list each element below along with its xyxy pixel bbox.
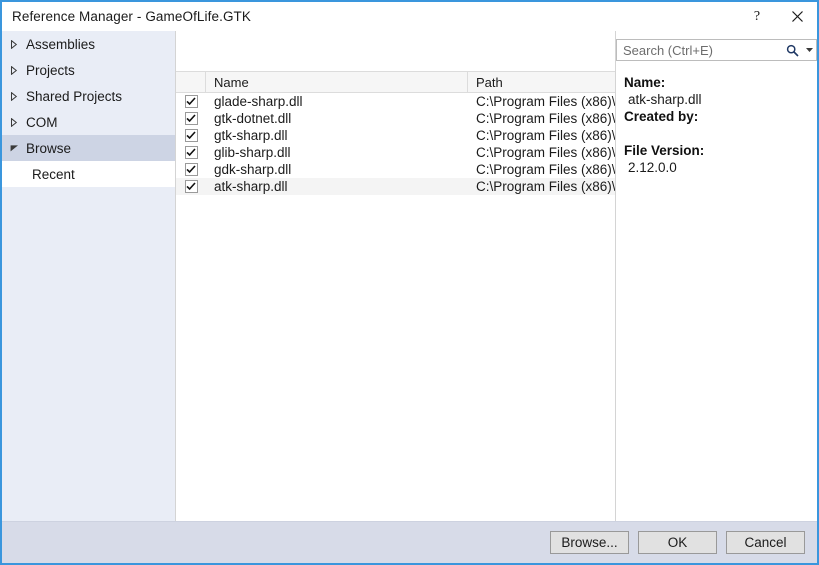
row-checkbox-cell[interactable] bbox=[176, 112, 206, 125]
checkbox-checked-icon[interactable] bbox=[184, 95, 198, 108]
column-header-check[interactable] bbox=[176, 71, 206, 93]
row-checkbox-cell[interactable] bbox=[176, 129, 206, 142]
row-path: C:\Program Files (x86)\... bbox=[476, 145, 615, 160]
dialog-content: Assemblies Projects Shared Projects COM bbox=[2, 31, 817, 522]
sidebar: Assemblies Projects Shared Projects COM bbox=[2, 31, 175, 522]
reference-manager-dialog: Reference Manager - GameOfLife.GTK ? Ass… bbox=[0, 0, 819, 565]
table-row[interactable]: gdk-sharp.dll C:\Program Files (x86)\... bbox=[176, 161, 615, 178]
row-path: C:\Program Files (x86)\... bbox=[476, 162, 615, 177]
table-row[interactable]: atk-sharp.dll C:\Program Files (x86)\... bbox=[176, 178, 615, 195]
row-checkbox-cell[interactable] bbox=[176, 180, 206, 193]
row-name: glib-sharp.dll bbox=[214, 145, 291, 160]
detail-name-value: atk-sharp.dll bbox=[628, 92, 702, 107]
sidebar-item-label: COM bbox=[26, 114, 58, 130]
question-mark-icon: ? bbox=[753, 8, 761, 24]
sidebar-item-assemblies[interactable]: Assemblies bbox=[2, 31, 175, 57]
title-bar: Reference Manager - GameOfLife.GTK ? bbox=[2, 2, 817, 31]
row-checkbox-cell[interactable] bbox=[176, 163, 206, 176]
detail-file-version-value: 2.12.0.0 bbox=[628, 160, 677, 175]
browse-button[interactable]: Browse... bbox=[550, 531, 629, 554]
row-name: gdk-sharp.dll bbox=[214, 162, 292, 177]
table-row[interactable]: glade-sharp.dll C:\Program Files (x86)\.… bbox=[176, 93, 615, 110]
chevron-down-icon[interactable] bbox=[803, 48, 816, 52]
sidebar-item-projects[interactable]: Projects bbox=[2, 57, 175, 83]
checkbox-checked-icon[interactable] bbox=[184, 146, 198, 159]
chevron-right-icon[interactable] bbox=[10, 65, 26, 75]
title-bar-buttons: ? bbox=[737, 2, 817, 31]
search-box[interactable] bbox=[616, 39, 817, 61]
list-column-headers: Name Path bbox=[176, 71, 615, 93]
sidebar-item-label: Browse bbox=[26, 140, 72, 156]
detail-created-by-label: Created by: bbox=[624, 109, 699, 124]
chevron-right-icon[interactable] bbox=[10, 39, 26, 49]
cancel-button[interactable]: Cancel bbox=[726, 531, 805, 554]
sidebar-item-com[interactable]: COM bbox=[2, 109, 175, 135]
sidebar-item-label: Shared Projects bbox=[26, 88, 123, 104]
row-checkbox-cell[interactable] bbox=[176, 95, 206, 108]
help-button[interactable]: ? bbox=[737, 2, 777, 31]
search-icon[interactable] bbox=[781, 44, 803, 57]
detail-file-version-label: File Version: bbox=[624, 143, 705, 158]
close-button[interactable] bbox=[777, 2, 817, 31]
details-panel: Name: atk-sharp.dll Created by: File Ver… bbox=[616, 71, 817, 522]
chevron-right-icon[interactable] bbox=[10, 91, 26, 101]
sidebar-item-label: Assemblies bbox=[26, 36, 96, 52]
row-path: C:\Program Files (x86)\... bbox=[476, 179, 615, 194]
chevron-down-icon[interactable] bbox=[10, 144, 26, 152]
reference-list-rows: glade-sharp.dll C:\Program Files (x86)\.… bbox=[176, 93, 615, 522]
row-name: gtk-sharp.dll bbox=[214, 128, 288, 143]
column-header-name[interactable]: Name bbox=[206, 71, 468, 93]
footer-buttons: Browse... OK Cancel bbox=[550, 531, 805, 554]
checkbox-checked-icon[interactable] bbox=[184, 180, 198, 193]
chevron-right-icon[interactable] bbox=[10, 117, 26, 127]
sidebar-item-recent[interactable]: Recent bbox=[2, 161, 175, 187]
row-checkbox-cell[interactable] bbox=[176, 146, 206, 159]
table-row[interactable]: gtk-dotnet.dll C:\Program Files (x86)\..… bbox=[176, 110, 615, 127]
dialog-footer: Browse... OK Cancel bbox=[2, 521, 817, 563]
reference-list-panel: Name Path glade-sharp.dll C:\Program Fil… bbox=[176, 31, 615, 522]
table-row[interactable]: glib-sharp.dll C:\Program Files (x86)\..… bbox=[176, 144, 615, 161]
sidebar-item-label: Recent bbox=[32, 166, 75, 182]
row-name: atk-sharp.dll bbox=[214, 179, 288, 194]
close-icon bbox=[791, 11, 803, 22]
table-row[interactable]: gtk-sharp.dll C:\Program Files (x86)\... bbox=[176, 127, 615, 144]
window-title: Reference Manager - GameOfLife.GTK bbox=[12, 9, 251, 24]
row-name: gtk-dotnet.dll bbox=[214, 111, 292, 126]
sidebar-item-shared-projects[interactable]: Shared Projects bbox=[2, 83, 175, 109]
row-path: C:\Program Files (x86)\... bbox=[476, 94, 615, 109]
checkbox-checked-icon[interactable] bbox=[184, 163, 198, 176]
checkbox-checked-icon[interactable] bbox=[184, 129, 198, 142]
ok-button[interactable]: OK bbox=[638, 531, 717, 554]
sidebar-item-browse[interactable]: Browse bbox=[2, 135, 175, 161]
checkbox-checked-icon[interactable] bbox=[184, 112, 198, 125]
row-path: C:\Program Files (x86)\... bbox=[476, 128, 615, 143]
sidebar-item-label: Projects bbox=[26, 62, 75, 78]
detail-created-by-value bbox=[624, 125, 817, 142]
row-name: glade-sharp.dll bbox=[214, 94, 303, 109]
detail-name-label: Name: bbox=[624, 75, 666, 90]
search-input[interactable] bbox=[617, 41, 781, 59]
column-header-path[interactable]: Path bbox=[468, 71, 615, 93]
row-path: C:\Program Files (x86)\... bbox=[476, 111, 615, 126]
